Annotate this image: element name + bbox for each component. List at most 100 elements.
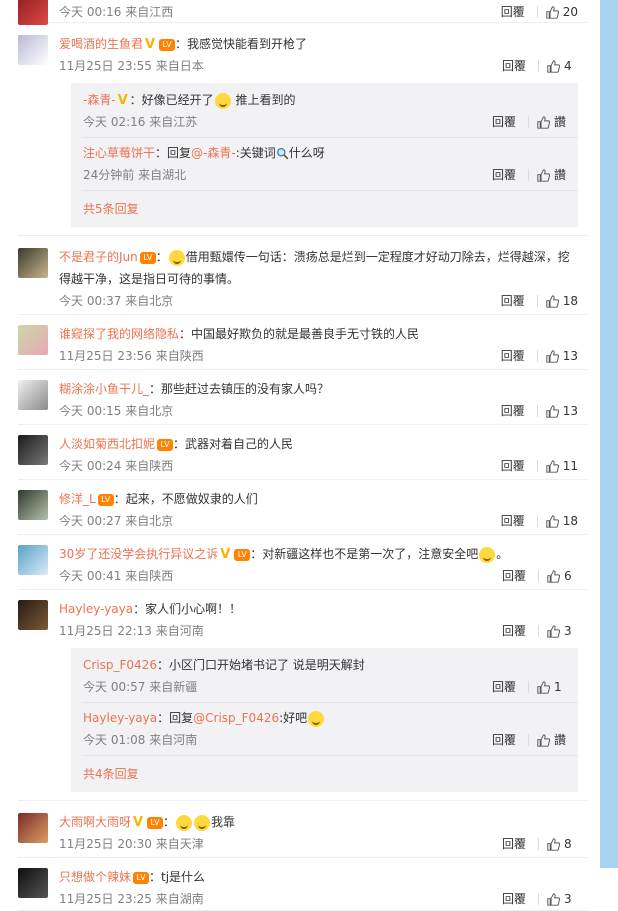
- username-link[interactable]: Hayley-yaya: [59, 602, 133, 616]
- reply-button[interactable]: 回覆: [501, 350, 538, 362]
- comment-time-source: 11月25日 22:13 来自河南: [59, 624, 204, 638]
- username-link[interactable]: Crisp_F0426: [83, 658, 157, 672]
- reply-button[interactable]: 回覆: [492, 169, 529, 181]
- like-button[interactable]: 3: [547, 888, 578, 910]
- like-button[interactable]: 讚: [537, 729, 568, 751]
- smiley-emoji-icon: [479, 546, 496, 563]
- comment-content: ：那些赶过去镇压的没有家人吗？: [149, 382, 330, 396]
- magnifier-icon: [276, 148, 289, 160]
- comment-actions: 回覆 4: [502, 55, 578, 77]
- avatar[interactable]: [18, 325, 48, 355]
- reply-button[interactable]: 回覆: [501, 405, 538, 417]
- reply-button[interactable]: 回覆: [501, 460, 538, 472]
- like-label: 讚: [554, 115, 567, 129]
- comment-meta: 今天 00:16 来自江西 回覆 20: [59, 1, 588, 23]
- like-button[interactable]: 20: [546, 1, 578, 23]
- comment-content: ：武器对着自己的人民: [173, 437, 294, 451]
- comment-content: ：中国最好欺负的就是最善良手无寸铁的人民: [179, 327, 420, 341]
- like-button[interactable]: 讚: [537, 164, 568, 186]
- reply-text: Hayley-yaya：回复@Crisp_F0426:好吧: [83, 707, 578, 729]
- reply-text: -森青- V ：好像已经开了 推上看到的: [83, 89, 578, 111]
- reply-button[interactable]: 回覆: [502, 893, 539, 905]
- reply-button[interactable]: 回覆: [501, 295, 538, 307]
- comment-actions: 回覆 18: [501, 510, 578, 532]
- comment-content-2: 。: [496, 547, 509, 561]
- like-count: 18: [562, 294, 578, 308]
- username-link[interactable]: 不是君子的Jun: [59, 250, 138, 264]
- avatar[interactable]: [18, 0, 48, 25]
- avatar[interactable]: [18, 490, 48, 520]
- avatar[interactable]: [18, 600, 48, 630]
- username-link[interactable]: -森青-: [83, 93, 116, 107]
- comment-text: 谁窥探了我的网络隐私：中国最好欺负的就是最善良手无寸铁的人民: [59, 323, 588, 345]
- like-count: 8: [564, 837, 572, 851]
- avatar[interactable]: [18, 435, 48, 465]
- verified-v-icon: V: [220, 547, 231, 562]
- view-more-replies-link[interactable]: 共4条回复: [83, 760, 578, 788]
- avatar[interactable]: [18, 813, 48, 843]
- mention-link[interactable]: @Crisp_F0426: [193, 711, 279, 725]
- like-button[interactable]: 13: [546, 400, 578, 422]
- reply-actions: 回覆 讚: [492, 164, 568, 186]
- avatar[interactable]: [18, 545, 48, 575]
- reply-meta: 今天 01:08 来自河南 回覆 讚: [83, 729, 578, 751]
- comment-actions: 回覆 13: [501, 400, 578, 422]
- reply-button[interactable]: 回覆: [502, 60, 539, 72]
- reply-button[interactable]: 回覆: [492, 681, 529, 693]
- comment-actions: 回覆 11: [501, 455, 578, 477]
- thumb-up-icon: [546, 349, 559, 363]
- username-link[interactable]: 30岁了还没学会执行异议之诉: [59, 547, 218, 561]
- reply-meta: 今天 00:57 来自新疆 回覆 1: [83, 676, 578, 698]
- username-link[interactable]: 只想做个辣妹: [59, 870, 131, 884]
- avatar[interactable]: [18, 248, 48, 278]
- like-label: 讚: [554, 168, 567, 182]
- reply-content: ：回复: [155, 146, 192, 160]
- avatar[interactable]: [18, 868, 48, 898]
- like-button[interactable]: 6: [547, 565, 578, 587]
- reply-button[interactable]: 回覆: [492, 116, 529, 128]
- reply-button[interactable]: 回覆: [492, 734, 529, 746]
- mention-link[interactable]: @-森青-: [191, 146, 236, 160]
- view-more-replies-link[interactable]: 共5条回复: [83, 195, 578, 223]
- like-button[interactable]: 3: [547, 620, 578, 642]
- member-level-icon: LV: [133, 871, 150, 884]
- thumb-up-icon: [547, 837, 560, 851]
- username-link[interactable]: 人淡如菊西北扣妮: [59, 437, 155, 451]
- verified-v-icon: V: [117, 93, 128, 108]
- username-link[interactable]: 爱喝酒的生鱼君: [59, 37, 143, 51]
- like-button[interactable]: 13: [546, 345, 578, 367]
- comment-item: 谁窥探了我的网络隐私：中国最好欺负的就是最善良手无寸铁的人民 11月25日 23…: [18, 315, 588, 370]
- reply-button[interactable]: 回覆: [502, 570, 539, 582]
- comment-time-source: 今天 00:24 来自陕西: [59, 459, 174, 473]
- username-link[interactable]: 谁窥探了我的网络隐私: [59, 327, 179, 341]
- comment-meta: 今天 00:24 来自陕西 回覆 11: [59, 455, 588, 477]
- username-link[interactable]: 注心草莓饼干: [83, 146, 155, 160]
- like-button[interactable]: 4: [547, 55, 578, 77]
- like-button[interactable]: 1: [537, 676, 568, 698]
- username-link[interactable]: Hayley-yaya: [83, 711, 157, 725]
- username-link[interactable]: 大雨啊大雨呀: [59, 815, 131, 829]
- reply-time-source: 今天 02:16 来自江苏: [83, 115, 198, 129]
- reply-meta: 今天 02:16 来自江苏 回覆 讚: [83, 111, 578, 133]
- scrollbar-track[interactable]: [600, 0, 618, 868]
- like-button[interactable]: 11: [546, 455, 578, 477]
- avatar[interactable]: [18, 380, 48, 410]
- comment-content: ：起来，不愿做奴隶的人们: [113, 492, 258, 506]
- reply-text: Crisp_F0426：小区门口开始堵书记了 说是明天解封: [83, 654, 578, 676]
- username-link[interactable]: 糊涂涂小鱼干儿_: [59, 382, 149, 396]
- reply-item: Crisp_F0426：小区门口开始堵书记了 说是明天解封 今天 00:57 来…: [83, 654, 578, 703]
- comment-item: 修洋_L LV ：起来，不愿做奴隶的人们 今天 00:27 来自北京 回覆 18: [18, 480, 588, 535]
- reply-item: -森青- V ：好像已经开了 推上看到的 今天 02:16 来自江苏 回覆 讚: [83, 89, 578, 138]
- reply-button[interactable]: 回覆: [501, 515, 538, 527]
- reply-button[interactable]: 回覆: [502, 838, 539, 850]
- like-button[interactable]: 讚: [537, 111, 568, 133]
- like-button[interactable]: 18: [546, 290, 578, 312]
- reply-button[interactable]: 回覆: [501, 6, 538, 18]
- comment-actions: 回覆 3: [502, 620, 578, 642]
- username-link[interactable]: 修洋_L: [59, 492, 96, 506]
- like-button[interactable]: 18: [546, 510, 578, 532]
- avatar[interactable]: [18, 35, 48, 65]
- like-button[interactable]: 8: [547, 833, 578, 855]
- reply-button[interactable]: 回覆: [502, 625, 539, 637]
- like-label: 讚: [554, 733, 567, 747]
